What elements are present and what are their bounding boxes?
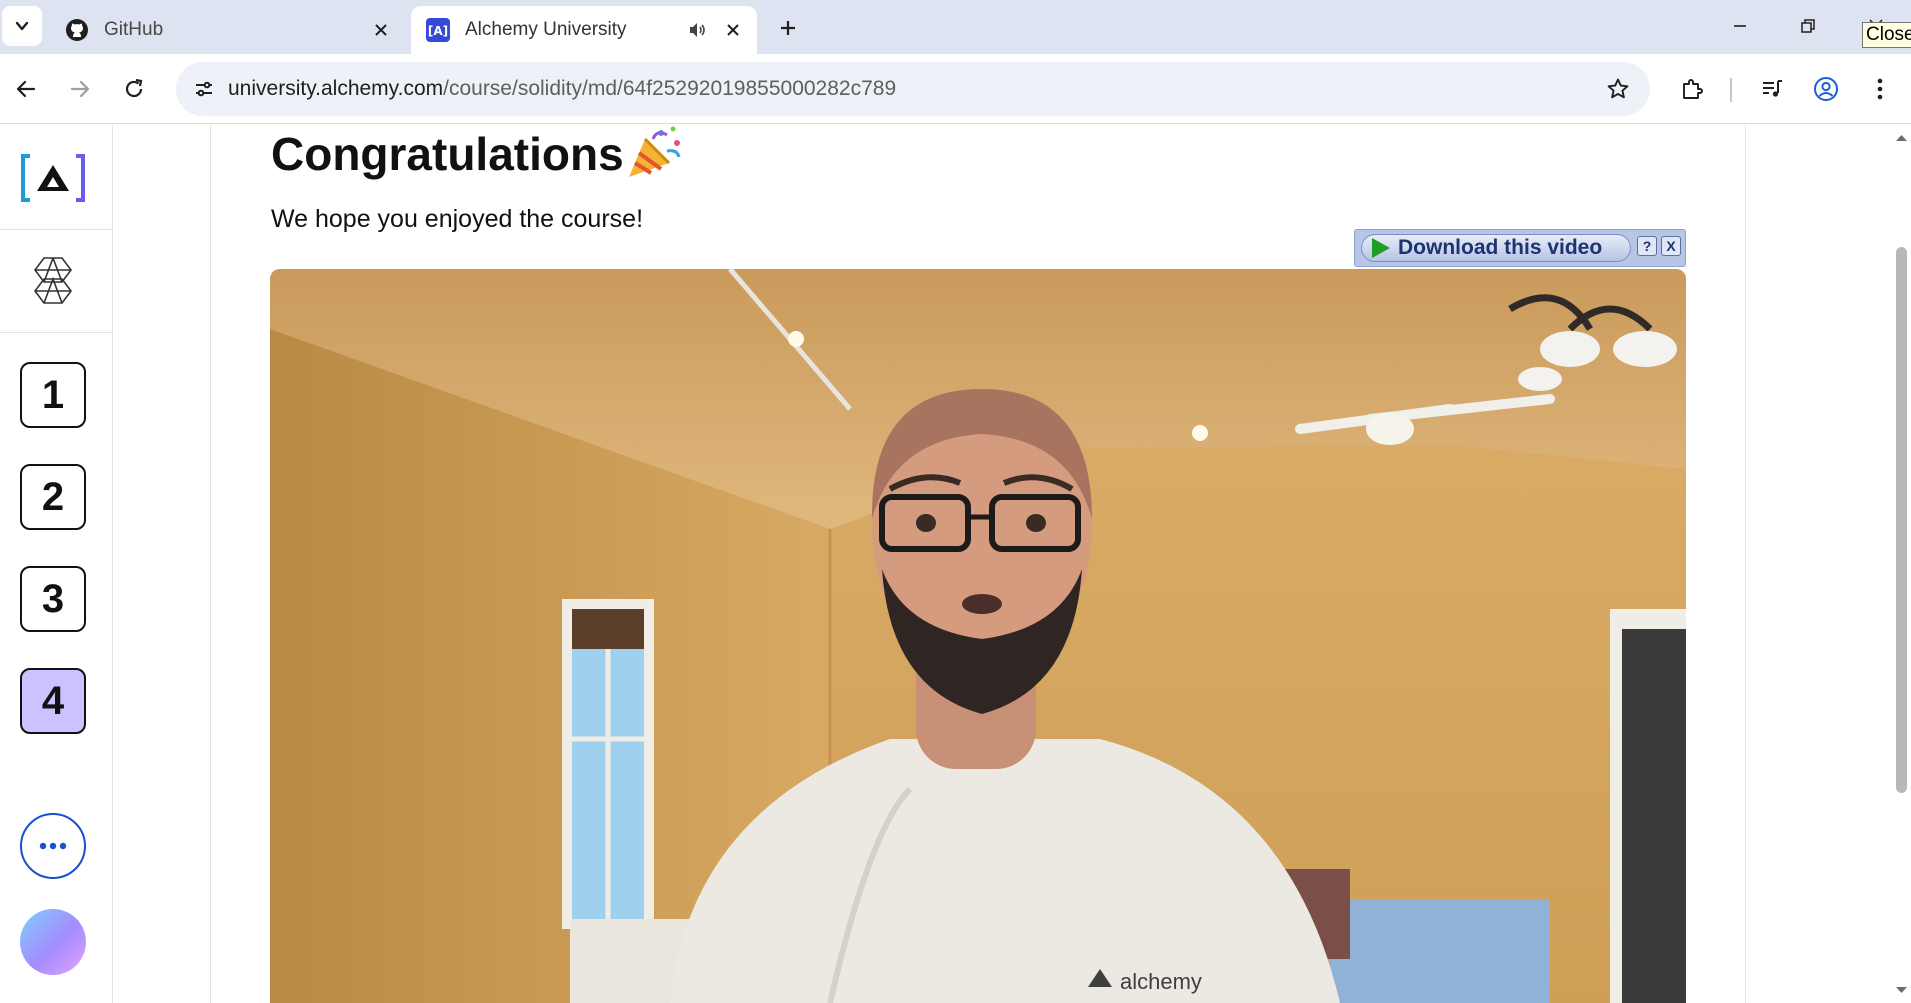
user-avatar[interactable] [20,909,86,975]
arrow-right-icon [70,80,90,98]
tab-search-button[interactable] [2,6,42,46]
party-popper-icon [629,126,681,177]
step-button[interactable]: 2 [20,464,86,530]
address-bar[interactable]: university.alchemy.com/course/solidity/m… [176,62,1650,116]
minimize-icon [1734,25,1746,27]
download-video-bar: Download this video ? X [1354,229,1686,267]
step-button-active[interactable]: 4 [20,668,86,734]
plus-icon [781,21,795,35]
close-icon [375,24,387,36]
speaker-icon [690,23,705,37]
scrollbar-thumb[interactable] [1896,247,1907,793]
reload-button[interactable] [114,69,154,109]
url-text: university.alchemy.com/course/solidity/m… [228,77,896,101]
chevron-down-icon [15,21,29,31]
more-horiz-icon [39,842,67,850]
page-scrollbar[interactable] [1892,125,1911,1003]
shirt-logo-text: alchemy [1120,969,1202,994]
course-video[interactable]: alchemy [270,269,1686,1003]
alchemy-university-logo[interactable] [20,153,86,203]
sidebar-divider [0,332,112,333]
tab-strip: GitHub [A] Alchemy University Close [0,0,1911,54]
tab-title: Alchemy University [465,19,627,40]
profile-button[interactable] [1806,69,1846,109]
course-complete-message: We hope you enjoyed the course! [271,205,644,233]
step-button[interactable]: 3 [20,566,86,632]
alchemy-university-icon: [A] [425,17,451,43]
step-button[interactable]: 1 [20,362,86,428]
page-title: Congratulations [271,128,624,180]
site-info-button[interactable] [186,71,222,107]
close-tab-button[interactable] [719,16,747,44]
account-circle-icon [1814,77,1838,101]
menu-button[interactable] [1860,69,1900,109]
reload-icon [125,78,143,98]
download-help-button[interactable]: ? [1637,236,1657,256]
tab-alchemy-university[interactable]: [A] Alchemy University [411,6,757,54]
more-vert-icon [1877,78,1883,100]
scroll-down-icon [1896,987,1907,993]
tab-audio-button[interactable] [683,16,711,44]
tab-title: GitHub [104,19,164,40]
arrow-left-icon [16,80,36,98]
puzzle-icon [1683,79,1703,99]
back-button[interactable] [6,69,46,109]
course-sidebar: 1 2 3 4 [0,125,113,1003]
tune-icon [196,81,212,97]
tab-github[interactable]: GitHub [50,6,405,54]
restore-button[interactable] [1782,6,1834,46]
play-icon [1372,238,1390,258]
music-queue-icon [1763,80,1782,97]
star-icon [1607,78,1629,99]
scroll-up-icon [1896,135,1907,141]
url-path: /course/solidity/md/64f25292019855000282… [443,77,897,100]
download-video-button[interactable]: Download this video [1361,234,1631,262]
minimize-button[interactable] [1714,6,1766,46]
page: 1 2 3 4 Congratulations We hope you enjo… [0,125,1911,1003]
close-tab-button[interactable] [367,16,395,44]
media-controls-button[interactable] [1752,69,1792,109]
url-host: university.alchemy.com [228,77,444,100]
svg-text:[A]: [A] [428,24,448,38]
download-close-button[interactable]: X [1661,236,1681,256]
forward-button[interactable] [60,69,100,109]
new-tab-button[interactable] [770,10,806,46]
more-options-button[interactable] [20,813,86,879]
toolbar-separator [1730,78,1732,102]
restore-icon [1801,19,1815,33]
github-icon [64,17,90,43]
sidebar-divider [0,229,112,230]
browser-toolbar: university.alchemy.com/course/solidity/m… [0,54,1911,124]
extensions-button[interactable] [1672,69,1712,109]
hexagon-course-icon[interactable] [34,255,72,305]
download-video-label: Download this video [1398,236,1603,259]
close-icon [727,24,739,36]
bookmark-button[interactable] [1600,71,1636,107]
close-tooltip: Close [1862,22,1911,48]
